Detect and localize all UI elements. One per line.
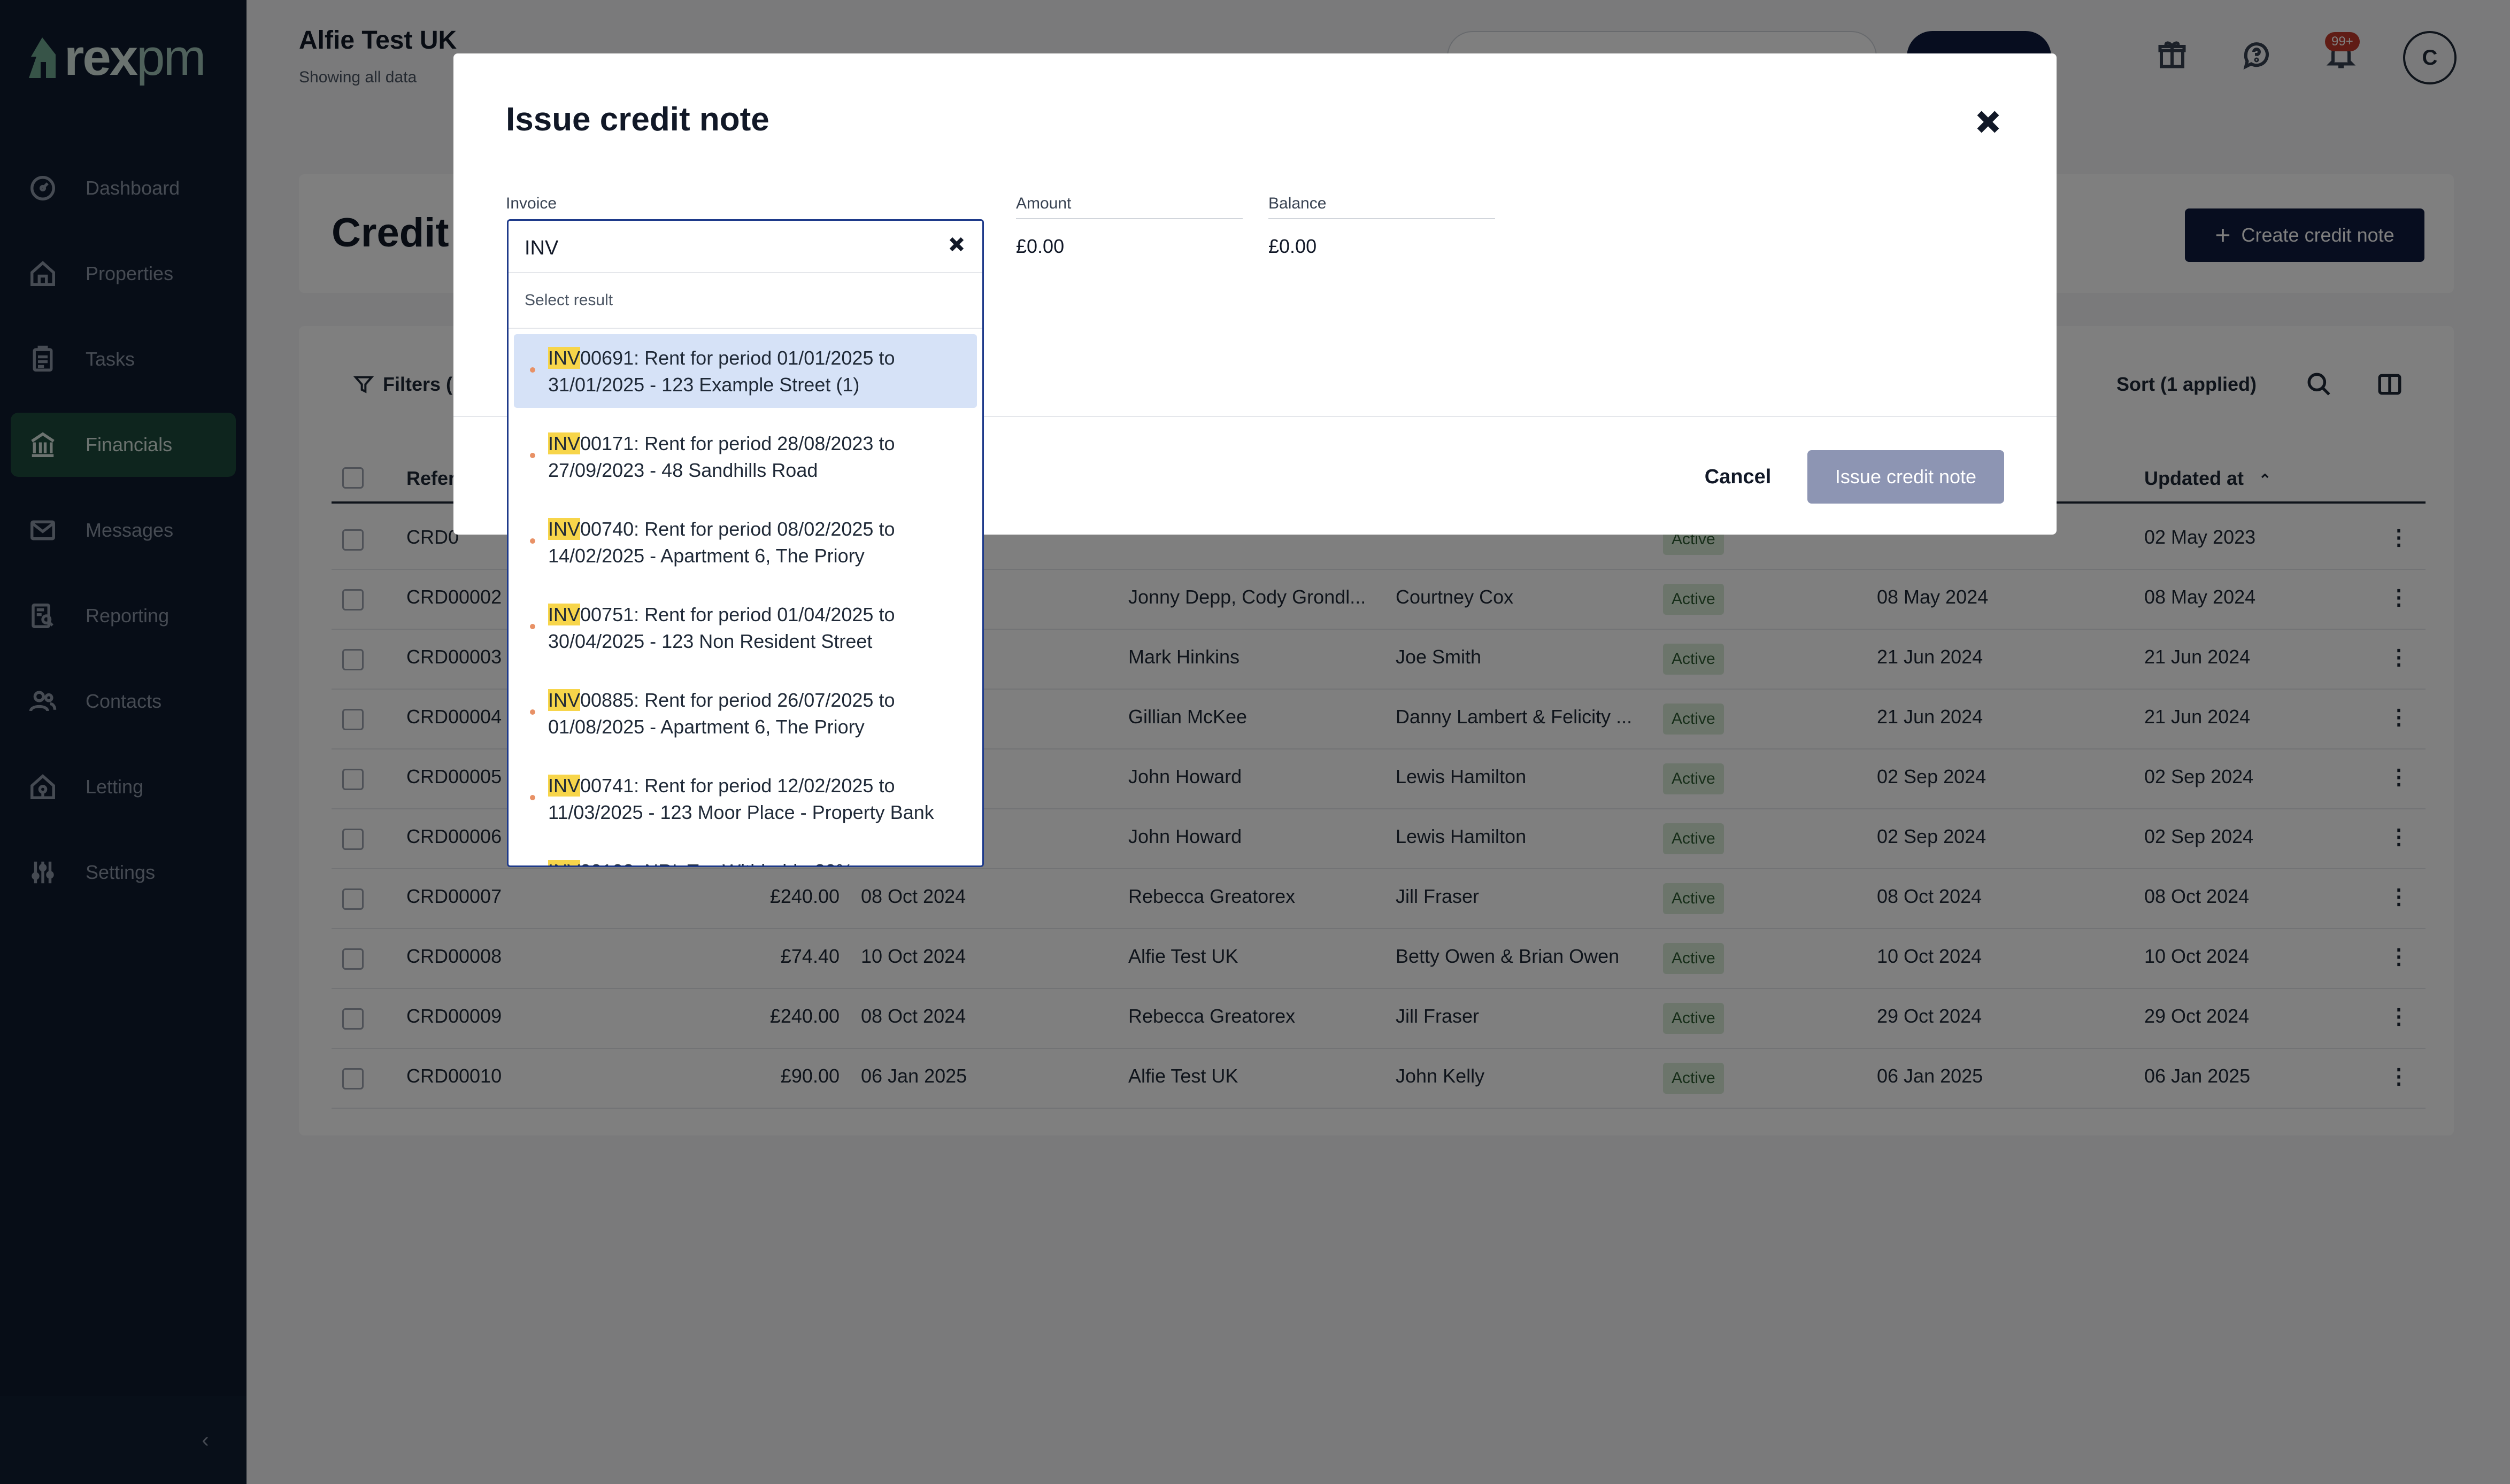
invoice-result-text: INV00885: Rent for period 26/07/2025 to 0… <box>548 687 971 740</box>
balance-underline <box>1268 218 1495 219</box>
amount-underline <box>1016 218 1243 219</box>
invoice-result-line-1: INV00741: Rent for period 12/02/2025 to <box>548 772 971 799</box>
invoice-result-line-2: 14/02/2025 - Apartment 6, The Priory <box>548 545 865 567</box>
search-match-highlight: INV <box>548 432 581 454</box>
invoice-search-input[interactable]: INV <box>525 237 558 260</box>
clear-icon[interactable] <box>947 235 968 258</box>
search-match-highlight: INV <box>548 775 581 797</box>
modal-title: Issue credit note <box>506 101 769 138</box>
invoice-result-line-2: 11/03/2025 - 123 Moor Place - Property B… <box>548 801 934 823</box>
invoice-combobox: INV Select result INV00691: Rent for per… <box>507 219 984 867</box>
invoice-result-rest: 00102: NRL Tax Withhold - 20% <box>580 860 853 865</box>
invoice-result-line-1: INV00885: Rent for period 26/07/2025 to <box>548 687 971 714</box>
invoice-result-line-2: 27/09/2023 - 48 Sandhills Road <box>548 459 818 481</box>
cancel-button[interactable]: Cancel <box>1690 450 1786 504</box>
select-result-heading: Select result <box>525 291 613 309</box>
invoice-result-text: INV00691: Rent for period 01/01/2025 to 3… <box>548 345 971 398</box>
invoice-result-text: INV00171: Rent for period 28/08/2023 to 2… <box>548 430 971 484</box>
invoice-result-item[interactable]: INV00102: NRL Tax Withhold - 20% <box>514 847 977 865</box>
invoice-result-line-1: INV00102: NRL Tax Withhold - 20% <box>548 858 971 865</box>
invoice-result-rest: 00691: Rent for period 01/01/2025 to <box>580 347 895 369</box>
invoice-result-text: INV00751: Rent for period 01/04/2025 to 3… <box>548 601 971 655</box>
invoice-result-item[interactable]: INV00171: Rent for period 28/08/2023 to 2… <box>514 420 977 493</box>
balance-label: Balance <box>1268 195 1327 212</box>
invoice-result-rest: 00171: Rent for period 28/08/2023 to <box>580 432 895 454</box>
invoice-result-line-2: 30/04/2025 - 123 Non Resident Street <box>548 630 873 652</box>
search-match-highlight: INV <box>548 518 581 540</box>
invoice-result-rest: 00751: Rent for period 01/04/2025 to <box>580 604 895 625</box>
invoice-result-item[interactable]: INV00751: Rent for period 01/04/2025 to 3… <box>514 591 977 664</box>
status-dot-icon <box>530 453 535 458</box>
status-dot-icon <box>530 624 535 629</box>
invoice-result-rest: 00741: Rent for period 12/02/2025 to <box>580 775 895 797</box>
search-match-highlight: INV <box>548 689 581 711</box>
close-icon[interactable] <box>1973 107 2005 139</box>
invoice-result-rest: 00740: Rent for period 08/02/2025 to <box>580 518 895 540</box>
invoice-result-line-2: 31/01/2025 - 123 Example Street (1) <box>548 374 860 396</box>
issue-credit-note-button[interactable]: Issue credit note <box>1807 450 2004 504</box>
invoice-result-item[interactable]: INV00885: Rent for period 26/07/2025 to 0… <box>514 676 977 750</box>
invoice-result-line-1: INV00171: Rent for period 28/08/2023 to <box>548 430 971 457</box>
invoice-result-text: INV00102: NRL Tax Withhold - 20% <box>548 858 971 865</box>
amount-label: Amount <box>1016 195 1072 212</box>
invoice-label: Invoice <box>506 195 557 212</box>
status-dot-icon <box>530 795 535 800</box>
search-match-highlight: INV <box>548 347 581 369</box>
amount-value: £0.00 <box>1016 235 1065 257</box>
invoice-result-item[interactable]: INV00741: Rent for period 12/02/2025 to 1… <box>514 762 977 836</box>
invoice-search-row: INV <box>509 221 982 273</box>
invoice-result-line-1: INV00691: Rent for period 01/01/2025 to <box>548 345 971 372</box>
invoice-result-rest: 00885: Rent for period 26/07/2025 to <box>580 689 895 711</box>
invoice-result-line-2: 01/08/2025 - Apartment 6, The Priory <box>548 716 865 738</box>
invoice-result-text: INV00740: Rent for period 08/02/2025 to 1… <box>548 516 971 569</box>
status-dot-icon <box>530 538 535 544</box>
balance-value: £0.00 <box>1268 235 1317 257</box>
section-divider <box>509 328 982 329</box>
invoice-result-line-1: INV00751: Rent for period 01/04/2025 to <box>548 601 971 628</box>
invoice-result-item[interactable]: INV00740: Rent for period 08/02/2025 to 1… <box>514 505 977 579</box>
invoice-result-item[interactable]: INV00691: Rent for period 01/01/2025 to 3… <box>514 334 977 408</box>
status-dot-icon <box>530 367 535 373</box>
status-dot-icon <box>530 709 535 715</box>
invoice-result-text: INV00741: Rent for period 12/02/2025 to 1… <box>548 772 971 826</box>
search-match-highlight: INV <box>548 604 581 625</box>
invoice-result-line-1: INV00740: Rent for period 08/02/2025 to <box>548 516 971 543</box>
search-match-highlight: INV <box>548 860 581 865</box>
